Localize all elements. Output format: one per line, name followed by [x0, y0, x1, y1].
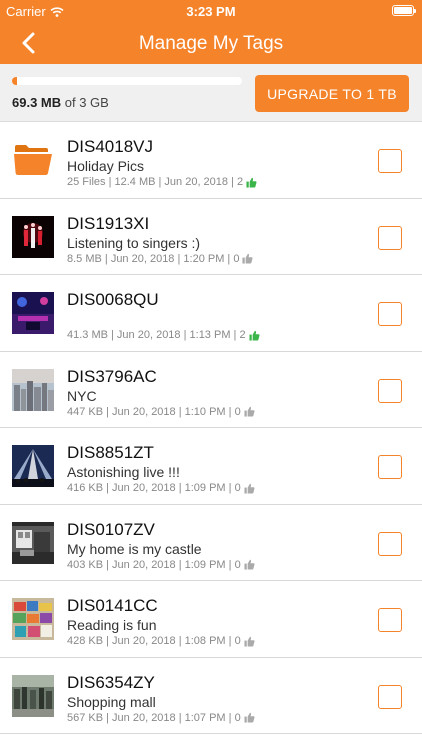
nav-bar: Manage My Tags: [0, 22, 422, 64]
list-item[interactable]: DIS8851ZT Astonishing live !!! 416 KB | …: [0, 428, 422, 505]
battery-icon: [392, 5, 416, 16]
select-checkbox[interactable]: [378, 149, 402, 173]
item-description: Holiday Pics: [67, 158, 145, 174]
mall-photo: [12, 674, 54, 717]
thumbs-up-icon: [244, 406, 255, 417]
thumbs-up-icon: [244, 559, 255, 570]
select-checkbox[interactable]: [378, 302, 402, 326]
item-description: Astonishing live !!!: [67, 464, 180, 480]
storage-used-value: 69.3 MB: [12, 95, 62, 110]
item-meta: 428 KB | Jun 20, 2018 | 1:08 PM | 0: [67, 635, 255, 647]
select-checkbox[interactable]: [378, 531, 402, 556]
storage-used-text: 69.3 MB of 3 GB: [12, 95, 109, 110]
list-item[interactable]: DIS6354ZY Shopping mall 567 KB | Jun 20,…: [0, 658, 422, 734]
storage-panel: 69.3 MB of 3 GB UPGRADE TO 1 TB: [0, 64, 422, 122]
item-description: Reading is fun: [67, 617, 157, 633]
item-name: DIS3796AC: [67, 366, 157, 386]
upgrade-button[interactable]: UPGRADE TO 1 TB: [255, 75, 409, 112]
concert-photo: [12, 215, 54, 258]
thumbs-up-icon: [242, 253, 253, 264]
item-meta-text: 567 KB | Jun 20, 2018 | 1:07 PM | 0: [67, 711, 241, 724]
select-checkbox[interactable]: [378, 608, 402, 632]
item-name: DIS1913XI: [67, 213, 150, 233]
item-name: DIS0107ZV: [67, 519, 155, 539]
item-meta: 567 KB | Jun 20, 2018 | 1:07 PM | 0: [67, 712, 255, 724]
item-meta-text: 403 KB | Jun 20, 2018 | 1:09 PM | 0: [67, 558, 241, 571]
item-meta: 403 KB | Jun 20, 2018 | 1:09 PM | 0: [67, 559, 255, 571]
page-title: Manage My Tags: [138, 33, 284, 54]
select-checkbox[interactable]: [378, 225, 402, 250]
item-name: DIS0141CC: [67, 596, 158, 615]
list-item[interactable]: DIS0141CC Reading is fun 428 KB | Jun 20…: [0, 581, 422, 658]
item-description: My home is my castle: [67, 540, 202, 557]
item-meta: 447 KB | Jun 20, 2018 | 1:10 PM | 0: [67, 406, 255, 418]
storage-progress-bar: [12, 77, 242, 85]
status-bar: Carrier 3:23 PM: [0, 0, 422, 22]
city-photo: [12, 368, 54, 411]
tag-list: DIS4018VJ Holiday Pics 25 Files | 12.4 M…: [0, 122, 422, 734]
item-description: Listening to singers :): [67, 234, 201, 251]
item-meta: 416 KB | Jun 20, 2018 | 1:09 PM | 0: [67, 482, 255, 494]
light-show-photo: [12, 445, 54, 487]
list-item[interactable]: DIS1913XI Listening to singers :) 8.5 MB…: [0, 199, 422, 275]
item-description: NYC: [67, 387, 97, 404]
list-item[interactable]: DIS0068QU 41.3 MB | Jun 20, 2018 | 1:13 …: [0, 275, 422, 352]
item-name: DIS0068QU: [67, 290, 159, 309]
item-name: DIS4018VJ: [67, 137, 153, 156]
item-meta-text: 25 Files | 12.4 MB | Jun 20, 2018 | 2: [67, 176, 244, 188]
item-meta-text: 428 KB | Jun 20, 2018 | 1:08 PM | 0: [67, 635, 241, 647]
storage-progress-fill: [12, 77, 18, 85]
item-name: DIS6354ZY: [67, 672, 155, 692]
item-meta: 8.5 MB | Jun 20, 2018 | 1:20 PM | 0: [67, 253, 253, 265]
item-description: Shopping mall: [67, 693, 156, 710]
thumbs-up-icon: [246, 177, 257, 188]
home-photo: [12, 521, 54, 564]
books-photo: [12, 598, 54, 640]
item-meta-text: 8.5 MB | Jun 20, 2018 | 1:20 PM | 0: [67, 252, 240, 265]
thumbs-up-icon: [244, 712, 255, 723]
list-item[interactable]: DIS4018VJ Holiday Pics 25 Files | 12.4 M…: [0, 122, 422, 199]
select-checkbox[interactable]: [378, 378, 402, 403]
thumbs-up-icon: [244, 483, 255, 494]
status-time: 3:23 PM: [186, 4, 236, 19]
storage-total: of 3 GB: [61, 95, 109, 110]
item-meta-text: 41.3 MB | Jun 20, 2018 | 1:13 PM | 2: [67, 329, 246, 341]
select-checkbox[interactable]: [378, 455, 402, 479]
thumbs-up-icon: [244, 636, 255, 647]
thumbs-up-icon: [249, 330, 260, 341]
select-checkbox[interactable]: [378, 684, 402, 709]
item-meta-text: 416 KB | Jun 20, 2018 | 1:09 PM | 0: [67, 482, 241, 494]
list-item[interactable]: DIS3796AC NYC 447 KB | Jun 20, 2018 | 1:…: [0, 352, 422, 428]
list-item[interactable]: DIS0107ZV My home is my castle 403 KB | …: [0, 505, 422, 581]
stage-photo: [12, 292, 54, 334]
item-meta: 41.3 MB | Jun 20, 2018 | 1:13 PM | 2: [67, 329, 260, 341]
item-name: DIS8851ZT: [67, 443, 154, 462]
folder-icon: [14, 145, 52, 175]
item-meta: 25 Files | 12.4 MB | Jun 20, 2018 | 2: [67, 176, 257, 188]
item-meta-text: 447 KB | Jun 20, 2018 | 1:10 PM | 0: [67, 405, 241, 418]
